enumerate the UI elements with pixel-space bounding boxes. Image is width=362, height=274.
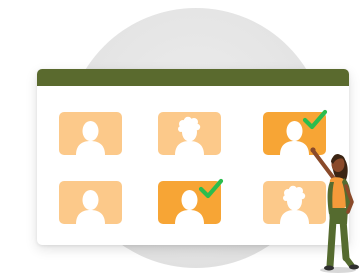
illustration-stage (0, 0, 362, 274)
woman-pointing-illustration (300, 140, 362, 274)
profile-tile-2[interactable] (158, 112, 221, 155)
window-titlebar (37, 69, 349, 86)
user-silhouette-icon (59, 181, 122, 224)
checkmark-icon (302, 108, 328, 130)
profile-tile-1[interactable] (59, 112, 122, 155)
user-silhouette-icon (158, 112, 221, 155)
profile-tile-4[interactable] (59, 181, 122, 224)
checkmark-icon (198, 177, 224, 199)
user-silhouette-icon (59, 112, 122, 155)
